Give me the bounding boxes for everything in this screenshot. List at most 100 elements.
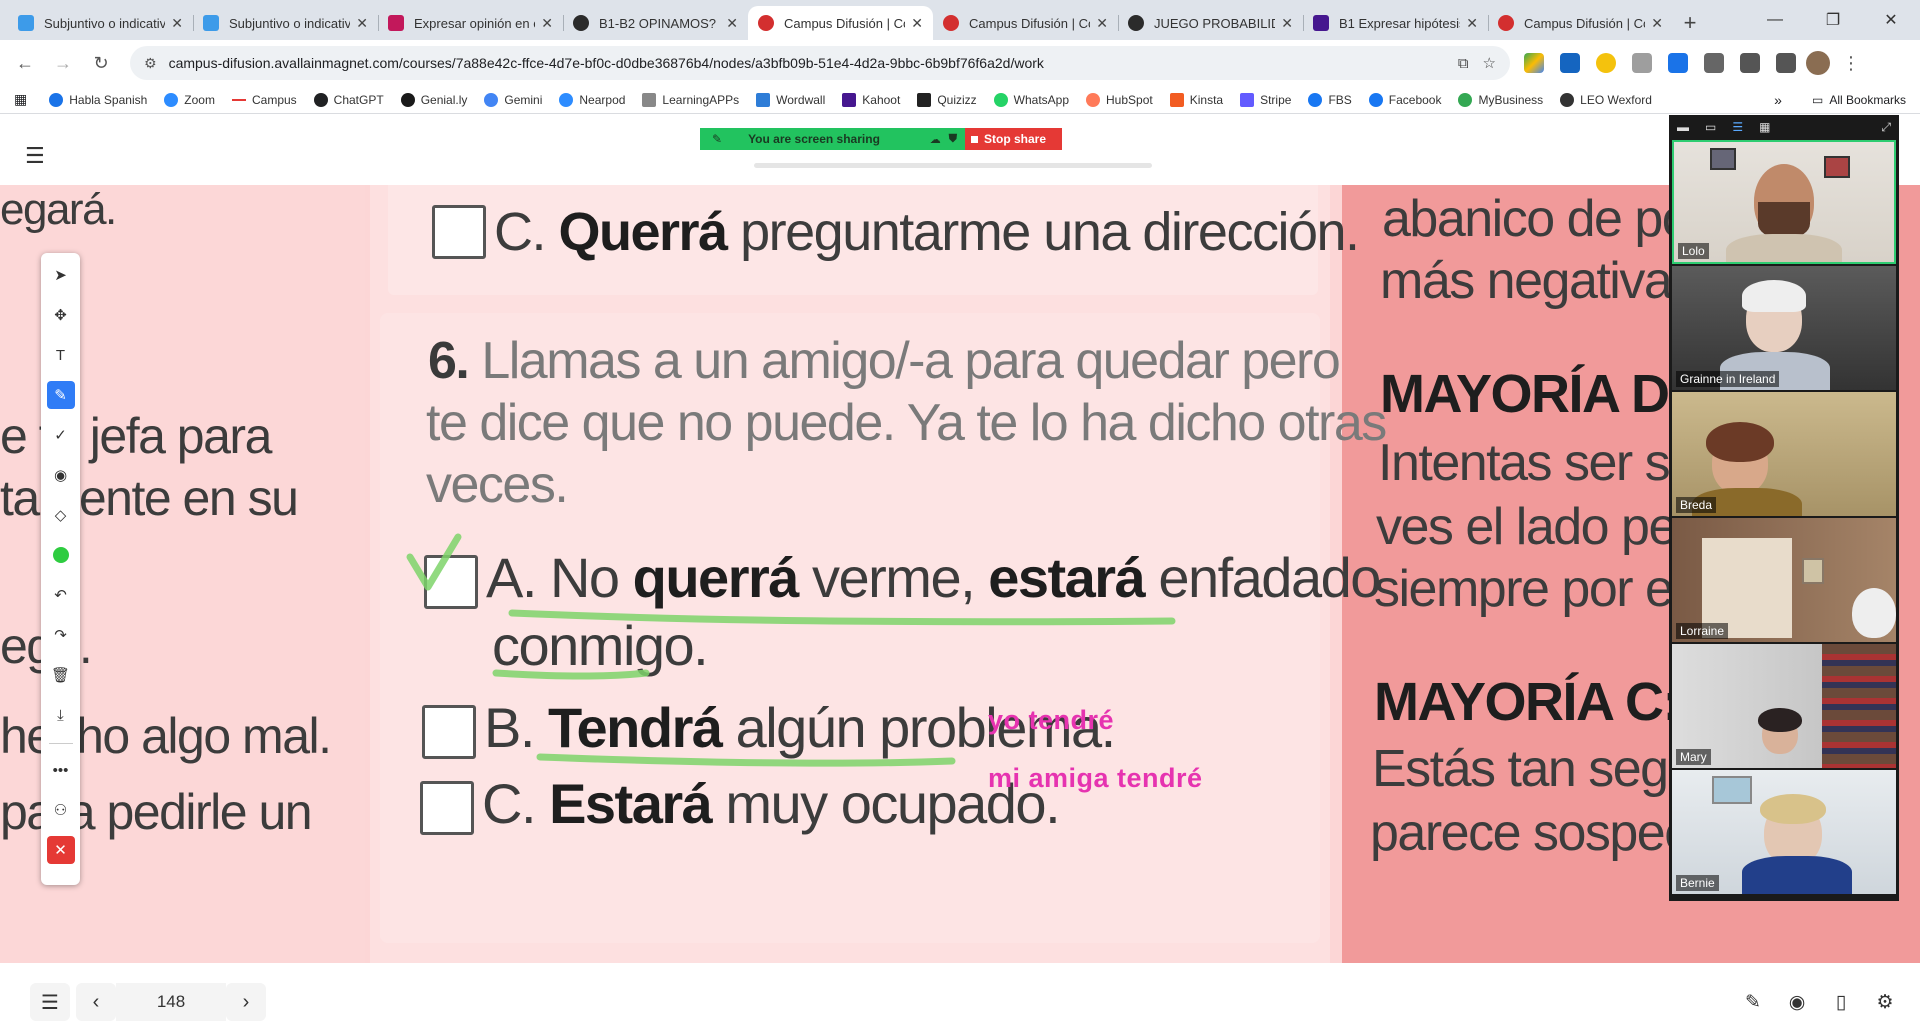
restore-icon[interactable]: ❐ xyxy=(1804,0,1862,40)
settings-gear-icon[interactable]: ⚙ xyxy=(1870,985,1900,1019)
bookmark[interactable]: Facebook xyxy=(1368,92,1441,107)
bookmark[interactable]: Habla Spanish xyxy=(49,92,147,107)
all-bookmarks-link[interactable]: All Bookmarks xyxy=(1829,93,1906,107)
close-icon[interactable]: ✕ xyxy=(911,15,923,32)
browser-tab[interactable]: B1 Expresar hipótesis ✕ xyxy=(1303,6,1488,40)
bookmark[interactable]: LEO Wexford xyxy=(1560,92,1652,107)
bookmark[interactable]: MyBusiness xyxy=(1458,92,1543,107)
bookmark[interactable]: ChatGPT xyxy=(313,92,384,107)
extension-icon[interactable] xyxy=(1560,53,1580,73)
eraser-icon[interactable]: ◇ xyxy=(47,501,75,529)
index-list-icon[interactable]: ☰ xyxy=(30,983,70,1021)
bookmark-star-icon[interactable]: ☆ xyxy=(1483,54,1496,72)
spotlight-icon[interactable]: ◉ xyxy=(47,461,75,489)
browser-tab[interactable]: Campus Difusión | Course✕ xyxy=(1488,6,1673,40)
site-info-icon[interactable]: ⚙ xyxy=(144,55,157,72)
clear-icon[interactable]: 🗑 xyxy=(47,661,75,689)
close-icon[interactable]: ✕ xyxy=(1096,15,1108,32)
trash-icon[interactable] xyxy=(1740,53,1760,73)
expand-icon[interactable]: ⤢ xyxy=(1881,120,1891,135)
bookmark[interactable]: Nearpod xyxy=(559,92,625,107)
undo-icon[interactable]: ↶ xyxy=(47,581,75,609)
drag-icon[interactable]: ✎ xyxy=(712,132,722,146)
teacher-note[interactable]: yo tendré xyxy=(988,705,1114,736)
close-icon[interactable]: ✕ xyxy=(1651,15,1663,32)
close-window-icon[interactable]: ✕ xyxy=(1862,0,1920,40)
eye-icon[interactable]: ◉ xyxy=(1782,985,1812,1019)
tab-search-icon[interactable] xyxy=(1776,53,1796,73)
bookmark[interactable]: Gemini xyxy=(484,92,542,107)
close-icon[interactable]: ✕ xyxy=(1466,15,1478,32)
extension-icon[interactable] xyxy=(1668,53,1688,73)
install-app-icon[interactable]: ⧉ xyxy=(1458,55,1469,72)
participant-tile[interactable]: Lorraine xyxy=(1672,518,1896,642)
page-number[interactable]: 148 xyxy=(116,983,226,1021)
browser-tab[interactable]: JUEGO PROBABILIDAD✕ xyxy=(1118,6,1303,40)
pen-icon[interactable]: ✎ xyxy=(46,381,75,409)
bookmark[interactable]: Genial.ly xyxy=(400,92,467,107)
more-bookmarks-icon[interactable]: » xyxy=(1774,92,1782,108)
browser-tab[interactable]: Expresar opinión en español✕ xyxy=(378,6,563,40)
bookmark[interactable]: LearningAPPs xyxy=(642,92,739,107)
participant-tile[interactable]: Mary xyxy=(1672,644,1896,768)
bookmark[interactable]: Stripe xyxy=(1240,92,1291,107)
new-tab-button[interactable]: + xyxy=(1673,6,1707,40)
extension-icon[interactable] xyxy=(1632,53,1652,73)
minimize-gallery-icon[interactable]: ▬ xyxy=(1677,120,1689,134)
next-page-button[interactable]: › xyxy=(226,983,266,1021)
reload-button[interactable]: ↻ xyxy=(84,46,118,80)
browser-tab[interactable]: Subjuntivo o indicativo ✕ xyxy=(8,6,193,40)
share-status[interactable]: ✎ You are screen sharing ☁ ⛊ xyxy=(700,128,965,150)
apps-grid-icon[interactable]: ▦ xyxy=(14,91,27,108)
back-button[interactable]: ← xyxy=(8,46,42,80)
browser-tab-active[interactable]: Campus Difusión | Course✕ xyxy=(748,6,933,40)
browser-tab[interactable]: Subjuntivo o indicativo ✕ xyxy=(193,6,378,40)
close-icon[interactable]: ✕ xyxy=(171,15,183,32)
close-icon[interactable]: ✕ xyxy=(356,15,368,32)
participant-tile[interactable]: Lolo xyxy=(1672,140,1896,264)
bookmark[interactable]: Campus xyxy=(231,93,297,107)
annotate-icon[interactable]: ✎ xyxy=(1738,985,1768,1019)
participant-tile[interactable]: Grainne in Ireland xyxy=(1672,266,1896,390)
close-icon[interactable]: ✕ xyxy=(726,15,738,32)
pointer-icon[interactable]: ➤ xyxy=(47,261,75,289)
participant-annotate-icon[interactable]: ⚇ xyxy=(47,796,75,824)
gallery-view-icon[interactable]: ▦ xyxy=(1759,120,1770,134)
stop-share-button[interactable]: Stop share xyxy=(965,128,1062,150)
close-icon[interactable]: ✕ xyxy=(541,15,553,32)
profile-avatar[interactable] xyxy=(1806,51,1830,75)
bookmark[interactable]: WhatsApp xyxy=(993,92,1069,107)
extensions-puzzle-icon[interactable] xyxy=(1704,53,1724,73)
bookmark[interactable]: Wordwall xyxy=(756,92,825,107)
save-icon[interactable]: ⤓ xyxy=(47,701,75,729)
color-picker[interactable] xyxy=(47,541,75,569)
minimize-icon[interactable]: — xyxy=(1746,0,1804,40)
browser-menu-icon[interactable]: ⋮ xyxy=(1842,53,1860,74)
speaker-view-icon[interactable]: ☰ xyxy=(1732,120,1743,134)
bookmark[interactable]: Kahoot xyxy=(842,92,900,107)
contents-menu-icon[interactable]: ☰ xyxy=(25,143,45,169)
bookmark[interactable]: Kinsta xyxy=(1169,92,1223,107)
bookmark[interactable]: FBS xyxy=(1308,92,1352,107)
bookmark[interactable]: Quizizz xyxy=(917,92,977,107)
strip-view-icon[interactable]: ▭ xyxy=(1705,120,1716,134)
browser-tab[interactable]: B1-B2 OPINAMOS? ✕ xyxy=(563,6,748,40)
text-tool-icon[interactable]: T xyxy=(47,341,75,369)
bookmark[interactable]: HubSpot xyxy=(1086,92,1153,107)
book-icon[interactable]: ▯ xyxy=(1826,985,1856,1019)
extension-icon[interactable] xyxy=(1596,53,1616,73)
drive-icon[interactable] xyxy=(1524,53,1544,73)
redo-icon[interactable]: ↷ xyxy=(47,621,75,649)
close-icon[interactable]: ✕ xyxy=(1281,15,1293,32)
previous-page-button[interactable]: ‹ xyxy=(76,983,116,1021)
teacher-note[interactable]: mi amiga tendré xyxy=(988,763,1203,794)
more-icon[interactable]: ••• xyxy=(47,756,75,784)
address-bar[interactable]: ⚙ campus-difusion.avallainmagnet.com/cou… xyxy=(130,46,1510,80)
participant-tile[interactable]: Breda xyxy=(1672,392,1896,516)
browser-tab[interactable]: Campus Difusión | Course✕ xyxy=(933,6,1118,40)
bookmark[interactable]: Zoom xyxy=(164,92,215,107)
move-icon[interactable]: ✥ xyxy=(47,301,75,329)
stamp-check-icon[interactable]: ✓ xyxy=(47,421,75,449)
share-drag-handle[interactable] xyxy=(754,163,1152,168)
forward-button[interactable]: → xyxy=(46,46,80,80)
